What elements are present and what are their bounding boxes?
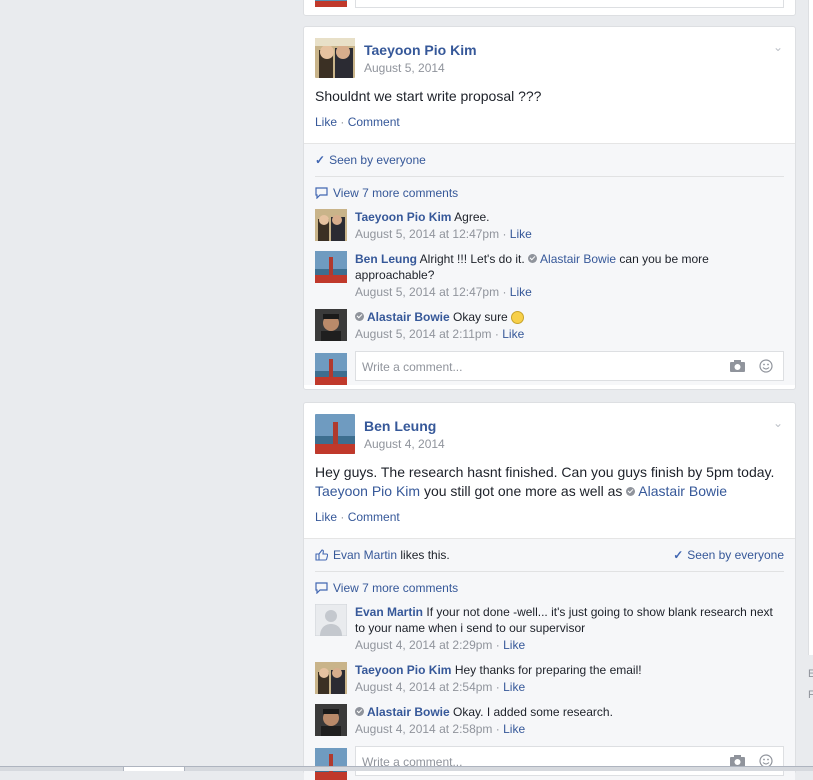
avatar [315, 748, 347, 780]
bottom-taskbar [0, 766, 813, 771]
comment-author[interactable]: Alastair Bowie [367, 705, 450, 719]
write-comment-row: Write a comment... [315, 351, 784, 385]
avatar [315, 353, 347, 385]
view-more-comments-link[interactable]: View 7 more comments [333, 581, 458, 595]
post-author[interactable]: Taeyoon Pio Kim [364, 42, 477, 58]
post-body: Hey guys. The research hasnt finished. C… [315, 464, 775, 499]
seen-row: ✓ Seen by everyone [315, 144, 784, 177]
comment-time[interactable]: August 5, 2014 at 2:11pm [355, 327, 492, 341]
comment-item: Alastair Bowie Okay sure August 5, 2014 … [315, 309, 784, 351]
right-sidebar-panel [808, 0, 813, 655]
verified-icon [626, 486, 636, 496]
comment-placeholder: Write a comment... [362, 360, 463, 374]
liker-link[interactable]: Evan Martin [333, 548, 397, 562]
comment-item: Evan Martin If your not done -well... it… [315, 604, 784, 662]
avatar[interactable] [315, 251, 347, 283]
comment-like-link[interactable]: Like [503, 638, 525, 652]
write-comment-row: Write a comment... [315, 746, 784, 780]
comment-text: Okay. I added some research. [453, 705, 613, 719]
comment-text: Alright !!! Let's do it. [419, 252, 525, 266]
view-more-row: View 7 more comments [315, 572, 784, 604]
chevron-down-icon[interactable]: ⌄ [773, 40, 783, 54]
post-author[interactable]: Ben Leung [364, 418, 436, 434]
seen-by-label[interactable]: Seen by everyone [687, 548, 784, 562]
comment-item: Taeyoon Pio Kim Hey thanks for preparing… [315, 662, 784, 704]
comment-time[interactable]: August 4, 2014 at 2:29pm [355, 638, 492, 652]
verified-icon [355, 707, 364, 717]
smiley-icon[interactable] [759, 359, 773, 373]
comment-author[interactable]: Taeyoon Pio Kim [355, 210, 451, 224]
taskbar-tab[interactable] [123, 766, 185, 771]
view-more-row: View 7 more comments [315, 177, 784, 209]
comment-input[interactable]: Write a comment... [355, 351, 784, 381]
comment-bubble-icon [315, 582, 328, 594]
post-card: Taeyoon Pio Kim August 5, 2014 ⌄ Shouldn… [303, 26, 796, 390]
comment-input[interactable] [355, 0, 784, 8]
comment-text: Okay sure [453, 310, 508, 324]
comment-text: Agree. [454, 210, 490, 224]
thumbs-up-icon [315, 549, 328, 561]
mention-link[interactable]: Alastair Bowie [638, 483, 727, 499]
comment-author[interactable]: Taeyoon Pio Kim [355, 663, 451, 677]
comments-section: Evan Martin likes this. ✓ Seen by everyon… [304, 538, 795, 780]
comment-button[interactable]: Comment [348, 115, 400, 129]
sidebar-text-fragment: F [808, 689, 813, 701]
comment-like-link[interactable]: Like [510, 285, 532, 299]
avatar[interactable] [315, 604, 347, 636]
post-actions: Like · Comment [315, 115, 400, 129]
comment-time[interactable]: August 5, 2014 at 12:47pm [355, 227, 499, 241]
author-avatar[interactable] [315, 414, 355, 454]
comment-like-link[interactable]: Like [503, 680, 525, 694]
smile-emoji-icon [511, 311, 525, 325]
seen-by-label[interactable]: Seen by everyone [329, 153, 426, 167]
comment-like-link[interactable]: Like [503, 722, 525, 736]
avatar[interactable] [315, 704, 347, 736]
avatar[interactable] [315, 209, 347, 241]
verified-icon [355, 312, 364, 322]
comment-item: Taeyoon Pio Kim Agree. August 5, 2014 at… [315, 209, 784, 251]
comment-like-link[interactable]: Like [502, 327, 524, 341]
view-more-comments-link[interactable]: View 7 more comments [333, 186, 458, 200]
comment-time[interactable]: August 4, 2014 at 2:54pm [355, 680, 492, 694]
check-icon: ✓ [673, 548, 684, 562]
author-avatar[interactable] [315, 38, 355, 78]
camera-icon[interactable] [730, 360, 745, 372]
avatar[interactable] [315, 309, 347, 341]
avatar [315, 0, 347, 7]
likes-suffix: likes this. [400, 548, 450, 562]
avatar[interactable] [315, 662, 347, 694]
comment-item: Ben Leung Alright !!! Let's do it. Alast… [315, 251, 784, 309]
comment-like-link[interactable]: Like [510, 227, 532, 241]
mention-link[interactable]: Taeyoon Pio Kim [315, 483, 420, 499]
like-button[interactable]: Like [315, 510, 337, 524]
comment-bubble-icon [315, 187, 328, 199]
comment-author[interactable]: Alastair Bowie [367, 310, 450, 324]
comment-input[interactable]: Write a comment... [355, 746, 784, 776]
comment-button[interactable]: Comment [348, 510, 400, 524]
post-body: Shouldnt we start write proposal ??? [315, 88, 542, 104]
comment-author[interactable]: Evan Martin [355, 605, 423, 619]
check-icon: ✓ [315, 153, 326, 167]
comment-text: Hey thanks for preparing the email! [454, 663, 642, 677]
sidebar-text-fragment: E [808, 668, 813, 680]
like-button[interactable]: Like [315, 115, 337, 129]
post-date[interactable]: August 4, 2014 [364, 437, 445, 451]
post-card: Ben Leung August 4, 2014 ⌄ Hey guys. The… [303, 402, 796, 780]
comment-time[interactable]: August 4, 2014 at 2:58pm [355, 722, 492, 736]
verified-icon [528, 254, 538, 264]
mention-link[interactable]: Alastair Bowie [540, 252, 616, 266]
post-actions: Like · Comment [315, 510, 400, 524]
comments-section: ✓ Seen by everyone View 7 more comments … [304, 143, 795, 385]
previous-post-card [303, 0, 796, 16]
comment-author[interactable]: Ben Leung [355, 252, 417, 266]
post-date[interactable]: August 5, 2014 [364, 61, 445, 75]
comment-item: Alastair Bowie Okay. I added some resear… [315, 704, 784, 746]
comment-time[interactable]: August 5, 2014 at 12:47pm [355, 285, 499, 299]
likes-seen-row: Evan Martin likes this. ✓ Seen by everyon… [315, 539, 784, 572]
chevron-down-icon[interactable]: ⌄ [773, 416, 783, 430]
